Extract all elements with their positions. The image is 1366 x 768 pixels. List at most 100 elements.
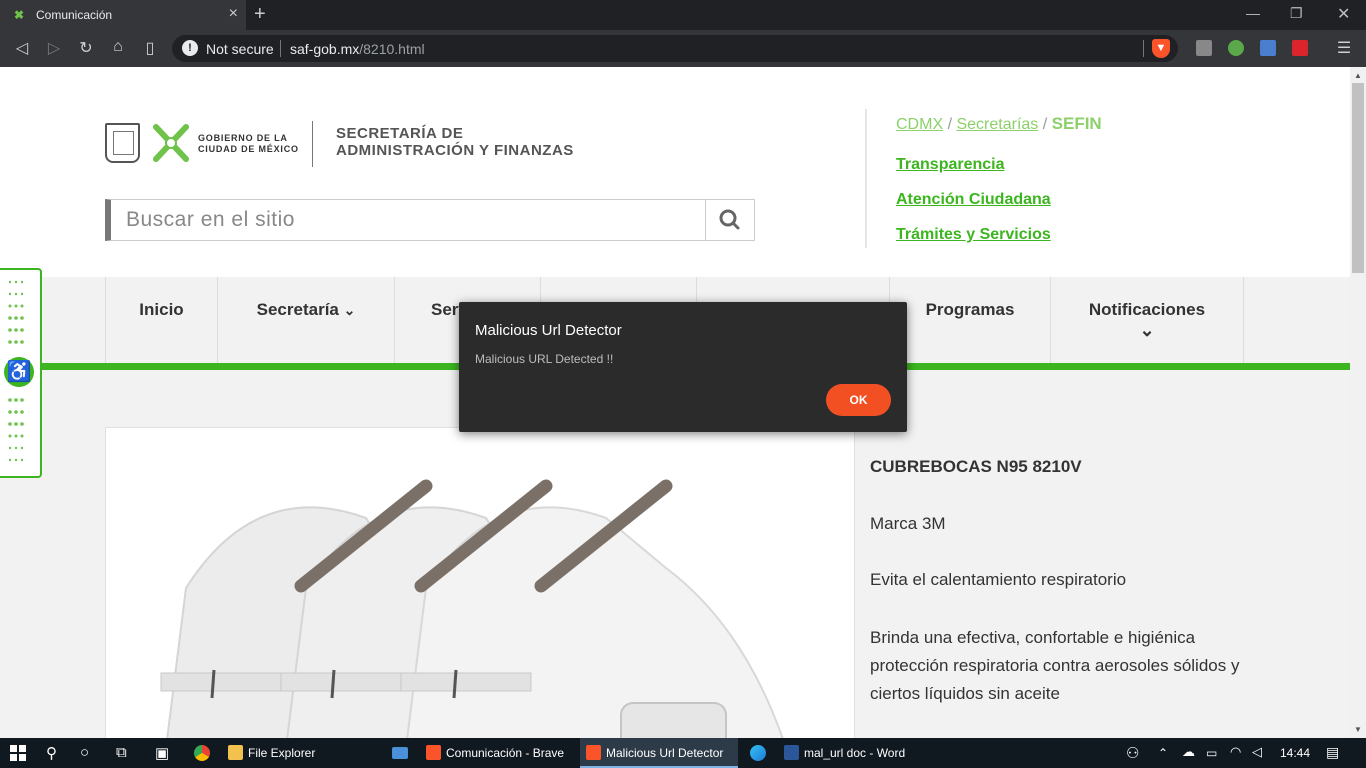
breadcrumb-cdmx[interactable]: CDMX	[896, 116, 943, 133]
home-icon[interactable]: ⌂	[108, 38, 128, 56]
link-tramites-servicios[interactable]: Trámites y Servicios	[896, 226, 1051, 244]
gov-line-1: GOBIERNO DE LA	[198, 133, 288, 143]
search-button[interactable]	[705, 200, 754, 240]
chevron-down-icon: ⌄	[1139, 320, 1155, 340]
extension-cube-icon[interactable]	[1196, 40, 1212, 56]
brave-shields-icon[interactable]: ▼	[1152, 39, 1170, 58]
mail-icon[interactable]	[392, 747, 408, 759]
breadcrumb-separator: /	[1042, 116, 1048, 133]
not-secure-label: Not secure	[206, 41, 274, 57]
secretaria-name: SECRETARÍA DE ADMINISTRACIÓN Y FINANZAS	[336, 125, 574, 159]
edge-icon[interactable]	[750, 745, 766, 761]
extension-globe-icon[interactable]	[1228, 40, 1244, 56]
page-scrollbar[interactable]: ▲ ▼	[1350, 67, 1366, 738]
nav-secretaria-label: Secretaría	[256, 300, 339, 319]
accessibility-icon[interactable]: ♿	[4, 357, 34, 387]
url-host: saf-gob.mx	[290, 41, 360, 57]
logo-divider	[312, 121, 313, 167]
browser-tab[interactable]: ✖ Comunicación ×	[0, 0, 246, 30]
breadcrumb: CDMX / Secretarías / SEFIN	[896, 114, 1102, 134]
site-favicon-icon: ✖	[14, 8, 25, 22]
wifi-icon[interactable]: ◠	[1230, 744, 1241, 762]
brave-icon	[586, 745, 601, 760]
cdmx-logo-icon	[153, 124, 189, 162]
task-view-icon[interactable]: ⧉	[116, 744, 127, 762]
taskbar-file-explorer-label: File Explorer	[248, 746, 316, 760]
n95-masks-image	[106, 428, 854, 738]
address-divider-right	[1143, 40, 1144, 57]
tab-title: Comunicación	[36, 8, 113, 22]
dialog-message: Malicious URL Detected !!	[475, 352, 614, 366]
minimize-icon[interactable]: —	[1246, 5, 1260, 21]
notifications-icon[interactable]: ▤	[1326, 744, 1339, 762]
address-bar[interactable]: ! Not secure saf-gob.mx/8210.html ▼	[172, 35, 1178, 62]
battery-icon[interactable]: ▭	[1206, 746, 1217, 764]
window-close-icon[interactable]: ✕	[1337, 4, 1350, 24]
extension-malicious-detector-icon[interactable]	[1292, 40, 1308, 56]
gobierno-logo-text: GOBIERNO DE LA CIUDAD DE MÉXICO	[198, 133, 299, 155]
nav-secretaria[interactable]: Secretaría ⌄	[217, 277, 394, 363]
breadcrumb-current: SEFIN	[1051, 114, 1102, 133]
scrollbar-thumb[interactable]	[1352, 83, 1364, 273]
nav-notificaciones[interactable]: Notificaciones ⌄	[1050, 277, 1244, 363]
site-header: GOBIERNO DE LA CIUDAD DE MÉXICO SECRETAR…	[0, 67, 1350, 277]
chevron-down-icon: ⌄	[343, 302, 356, 318]
product-title: CUBREBOCAS N95 8210V	[870, 457, 1082, 476]
back-icon[interactable]: ◁	[12, 38, 32, 58]
nav-inicio-label: Inicio	[139, 300, 184, 319]
clock[interactable]: 14:44	[1280, 746, 1310, 760]
secretaria-line-1: SECRETARÍA DE	[336, 125, 464, 142]
scroll-down-icon[interactable]: ▼	[1354, 725, 1362, 734]
taskbar-detector-label: Malicious Url Detector	[606, 746, 724, 760]
info-icon[interactable]: !	[182, 40, 198, 56]
windows-start-icon[interactable]	[10, 745, 26, 761]
menu-icon[interactable]: ☰	[1334, 38, 1354, 58]
search-input[interactable]: Buscar en el sitio	[126, 208, 295, 232]
url-path: /8210.html	[359, 41, 425, 57]
cortana-icon[interactable]: ○	[80, 744, 89, 762]
nav-inicio[interactable]: Inicio	[105, 277, 217, 363]
taskbar-brave[interactable]: Comunicación - Brave	[420, 738, 576, 768]
browser-title-bar: ✖ Comunicación × + — ❐ ✕	[0, 0, 1366, 30]
windows-taskbar: ⚲ ○ ⧉ ▣ File Explorer Comunicación - Bra…	[0, 738, 1366, 768]
new-tab-icon[interactable]: +	[254, 3, 266, 26]
restore-icon[interactable]: ❐	[1290, 5, 1303, 22]
city-seal-logo	[105, 123, 140, 163]
reload-icon[interactable]: ↻	[76, 38, 96, 58]
chrome-icon[interactable]	[194, 745, 210, 761]
volume-icon[interactable]: ◁	[1252, 744, 1262, 762]
taskbar-file-explorer[interactable]: File Explorer	[222, 738, 382, 768]
product-feature: Evita el calentamiento respiratorio	[870, 570, 1127, 589]
link-transparencia[interactable]: Transparencia	[896, 156, 1005, 174]
scroll-up-icon[interactable]: ▲	[1354, 71, 1362, 80]
accessibility-widget[interactable]: ♿	[0, 268, 42, 478]
site-search[interactable]: Buscar en el sitio	[105, 199, 755, 241]
malicious-url-dialog: Malicious Url Detector Malicious URL Det…	[459, 302, 907, 432]
product-description: Brinda una efectiva, confortable e higié…	[870, 628, 1240, 703]
show-hidden-icons[interactable]: ⌃	[1158, 746, 1168, 764]
taskbar-brave-label: Comunicación - Brave	[446, 746, 565, 760]
address-divider	[280, 40, 281, 57]
taskbar-detector[interactable]: Malicious Url Detector	[580, 738, 738, 768]
forward-icon[interactable]: ▷	[44, 38, 64, 58]
search-icon[interactable]: ⚲	[46, 744, 57, 762]
taskbar-word[interactable]: mal_url doc - Word	[778, 738, 928, 768]
people-icon[interactable]: ⚇	[1126, 744, 1139, 762]
breadcrumb-secretarias[interactable]: Secretarías	[956, 116, 1038, 133]
taskbar-word-label: mal_url doc - Word	[804, 746, 906, 760]
search-icon	[719, 209, 740, 230]
bookmark-icon[interactable]: ▯	[140, 38, 160, 58]
link-atencion-ciudadana[interactable]: Atención Ciudadana	[896, 191, 1051, 209]
word-icon	[784, 745, 799, 760]
gov-line-2: CIUDAD DE MÉXICO	[198, 144, 299, 154]
folder-icon	[228, 745, 243, 760]
store-icon[interactable]: ▣	[155, 744, 169, 762]
nav-notificaciones-label: Notificaciones	[1088, 300, 1206, 319]
dialog-ok-button[interactable]: OK	[826, 384, 891, 416]
tab-close-icon[interactable]: ×	[229, 5, 238, 23]
nav-programas[interactable]: Programas	[889, 277, 1050, 363]
onedrive-icon[interactable]: ☁	[1182, 744, 1195, 762]
product-brand: Marca 3M	[870, 514, 946, 533]
extension-translate-icon[interactable]	[1260, 40, 1276, 56]
browser-toolbar: ◁ ▷ ↻ ⌂ ▯ ! Not secure saf-gob.mx/8210.h…	[0, 30, 1366, 67]
